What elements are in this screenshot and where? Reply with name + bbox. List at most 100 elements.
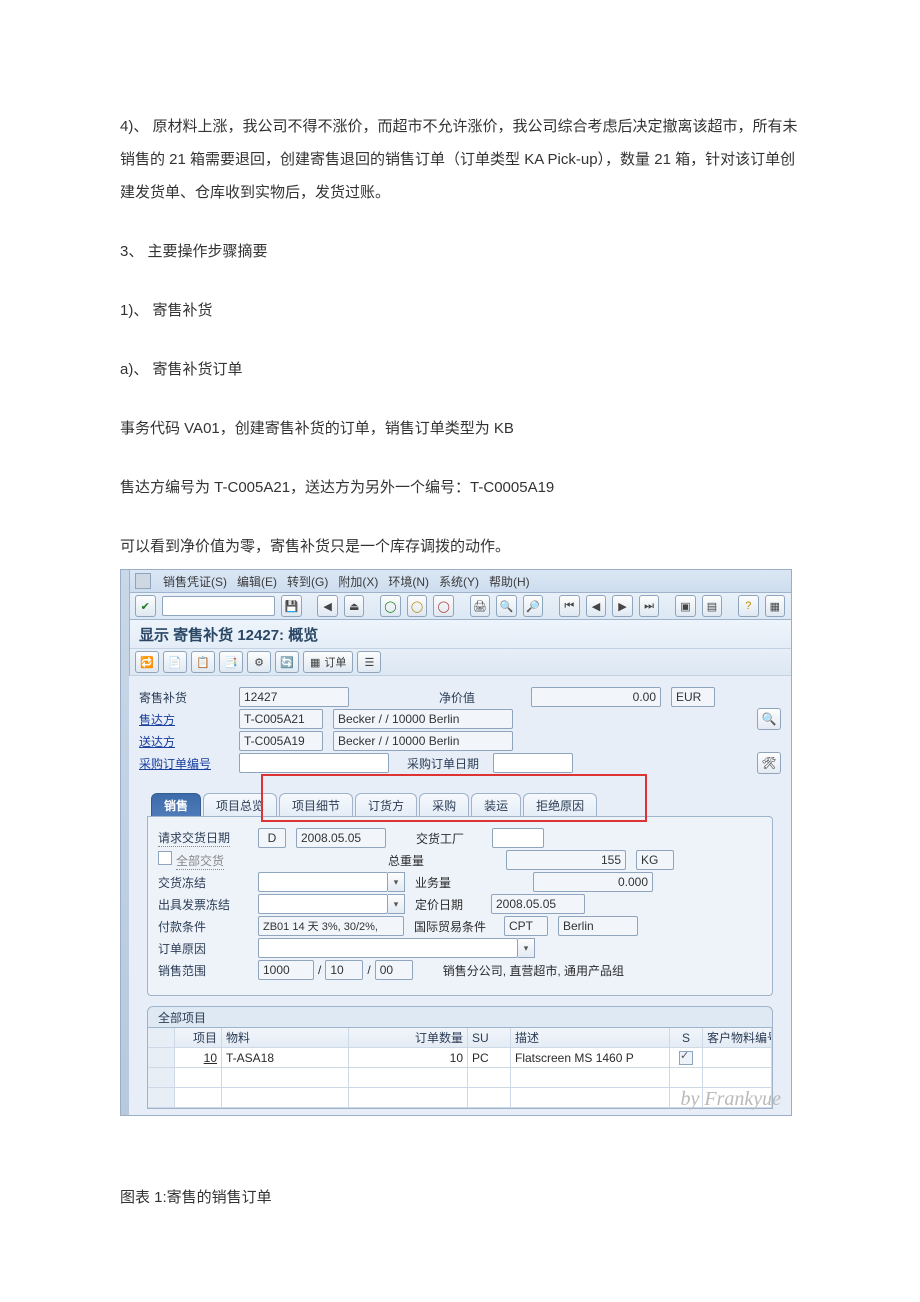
col-s[interactable]: S — [670, 1028, 703, 1048]
shortcut-icon[interactable]: ▤ — [702, 595, 723, 617]
paragraph: 售达方编号为 T-C005A21，送达方为另外一个编号：T-C0005A19 — [120, 471, 800, 504]
grid-row[interactable]: 10 T-ASA18 10 PC Flatscreen MS 1460 P — [148, 1048, 772, 1068]
back-icon[interactable]: ◀ — [317, 595, 338, 617]
gross-weight-field: 155 — [506, 850, 626, 870]
cell-desc[interactable]: Flatscreen MS 1460 P — [511, 1048, 670, 1068]
app-toolbar: 🔁 📄 📋 📑 ⚙ 🔄 ▦订单 ☰ — [129, 649, 791, 676]
refresh-icon[interactable]: 🔄 — [275, 651, 299, 673]
nav-exit-icon[interactable]: ◯ — [407, 595, 428, 617]
req-delivery-date-field[interactable]: 2008.05.05 — [296, 828, 386, 848]
po-number-field[interactable] — [239, 753, 389, 773]
tab-procurement[interactable]: 采购 — [419, 793, 469, 816]
cell-customer-material[interactable] — [703, 1048, 772, 1068]
dropdown-icon[interactable]: ▾ — [388, 894, 405, 914]
delivery-plant-field[interactable] — [492, 828, 544, 848]
config-icon[interactable]: ⚙ — [247, 651, 271, 673]
complete-delivery-label: 全部交货 — [158, 851, 258, 870]
last-page-icon[interactable]: ⏭ — [639, 595, 660, 617]
paragraph: 1)、 寄售补货 — [120, 294, 800, 327]
tab-item-detail[interactable]: 项目细节 — [279, 793, 353, 816]
find-next-icon[interactable]: 🔎 — [523, 595, 544, 617]
pricing-date-field[interactable]: 2008.05.05 — [491, 894, 585, 914]
currency-field: EUR — [671, 687, 715, 707]
sold-to-label[interactable]: 售达方 — [139, 711, 239, 728]
save-icon[interactable]: 💾 — [281, 595, 302, 617]
col-item[interactable]: 项目 — [175, 1028, 222, 1048]
first-page-icon[interactable]: ⏮ — [559, 595, 580, 617]
tab-sales[interactable]: 销售 — [151, 793, 201, 816]
item-icon[interactable]: 📑 — [219, 651, 243, 673]
system-menu-icon[interactable] — [135, 573, 151, 589]
cell-su[interactable]: PC — [468, 1048, 511, 1068]
prev-page-icon[interactable]: ◀ — [586, 595, 607, 617]
order-type-label: 寄售补货 — [139, 689, 239, 706]
enter-icon[interactable]: ✔ — [135, 595, 156, 617]
nav-back-icon[interactable]: ◯ — [380, 595, 401, 617]
sales-area-fields: 1000/ 10/ 00 — [258, 960, 413, 980]
col-customer-material[interactable]: 客户物料编号 — [703, 1028, 772, 1048]
po-config-icon[interactable]: 🛠 — [757, 752, 781, 774]
col-su[interactable]: SU — [468, 1028, 511, 1048]
orders-button[interactable]: ▦订单 — [303, 651, 353, 673]
menu-item[interactable]: 环境(N) — [388, 573, 429, 590]
tab-reject-reason[interactable]: 拒绝原因 — [523, 793, 597, 816]
exit-icon[interactable]: ⏏ — [344, 595, 365, 617]
sales-area-text: 销售分公司, 直营超市, 通用产品组 — [443, 962, 624, 979]
col-desc[interactable]: 描述 — [511, 1028, 670, 1048]
row-selector[interactable] — [148, 1088, 175, 1108]
po-number-label[interactable]: 采购订单编号 — [139, 755, 239, 772]
billing-block-field[interactable] — [258, 894, 388, 914]
menu-item[interactable]: 系统(Y) — [439, 573, 479, 590]
partner-search-icon[interactable]: 🔍 — [757, 708, 781, 730]
new-session-icon[interactable]: ▣ — [675, 595, 696, 617]
menu-bar: 销售凭证(S) 编辑(E) 转到(G) 附加(X) 环境(N) 系统(Y) 帮助… — [129, 570, 791, 593]
command-field[interactable] — [162, 596, 275, 616]
delivery-block-field[interactable] — [258, 872, 388, 892]
menu-item[interactable]: 帮助(H) — [489, 573, 530, 590]
incoterms2-field[interactable]: Berlin — [558, 916, 638, 936]
help-icon[interactable]: ? — [738, 595, 759, 617]
cell-qty[interactable]: 10 — [349, 1048, 468, 1068]
paragraph: 可以看到净价值为零，寄售补货只是一个库存调拨的动作。 — [120, 530, 800, 563]
sold-to-code[interactable]: T-C005A21 — [239, 709, 323, 729]
dropdown-icon[interactable]: ▾ — [388, 872, 405, 892]
next-page-icon[interactable]: ▶ — [612, 595, 633, 617]
col-material[interactable]: 物料 — [222, 1028, 349, 1048]
order-reason-field[interactable] — [258, 938, 518, 958]
ship-to-label[interactable]: 送达方 — [139, 733, 239, 750]
complete-delivery-checkbox[interactable] — [158, 851, 172, 865]
find-icon[interactable]: 🔍 — [496, 595, 517, 617]
layout-icon[interactable]: ▦ — [765, 595, 786, 617]
more-icon[interactable]: ☰ — [357, 651, 381, 673]
menu-item[interactable]: 附加(X) — [338, 573, 378, 590]
figure-caption: 图表 1:寄售的销售订单 — [120, 1186, 800, 1207]
tab-item-overview[interactable]: 项目总览 — [203, 793, 277, 816]
cancel-icon[interactable]: ◯ — [433, 595, 454, 617]
ship-to-code[interactable]: T-C005A19 — [239, 731, 323, 751]
col-qty[interactable]: 订单数量 — [349, 1028, 468, 1048]
dropdown-icon[interactable]: ▾ — [518, 938, 535, 958]
row-selector[interactable] — [148, 1048, 175, 1068]
display-change-icon[interactable]: 🔁 — [135, 651, 159, 673]
menu-item[interactable]: 编辑(E) — [237, 573, 277, 590]
net-value-label: 净价值 — [439, 689, 511, 706]
tab-ordering-party[interactable]: 订货方 — [355, 793, 417, 816]
volume-label: 业务量 — [415, 874, 491, 891]
print-icon[interactable]: 🖨 — [470, 595, 491, 617]
date-type-field[interactable]: D — [258, 828, 286, 848]
header-icon[interactable]: 📋 — [191, 651, 215, 673]
menu-item[interactable]: 转到(G) — [287, 573, 328, 590]
doc-flow-icon[interactable]: 📄 — [163, 651, 187, 673]
incoterms1-field[interactable]: CPT — [504, 916, 548, 936]
grid-row-empty[interactable] — [148, 1088, 772, 1108]
tab-shipping[interactable]: 装运 — [471, 793, 521, 816]
cell-s[interactable] — [670, 1048, 703, 1068]
po-date-field[interactable] — [493, 753, 573, 773]
payment-terms-field[interactable]: ZB01 14 天 3%, 30/2%, — [258, 916, 404, 936]
cell-item[interactable]: 10 — [175, 1048, 222, 1068]
menu-item[interactable]: 销售凭证(S) — [163, 573, 227, 590]
grid-row-empty[interactable] — [148, 1068, 772, 1088]
row-selector[interactable] — [148, 1068, 175, 1088]
cell-material[interactable]: T-ASA18 — [222, 1048, 349, 1068]
items-section-title: 全部项目 — [147, 1006, 773, 1027]
